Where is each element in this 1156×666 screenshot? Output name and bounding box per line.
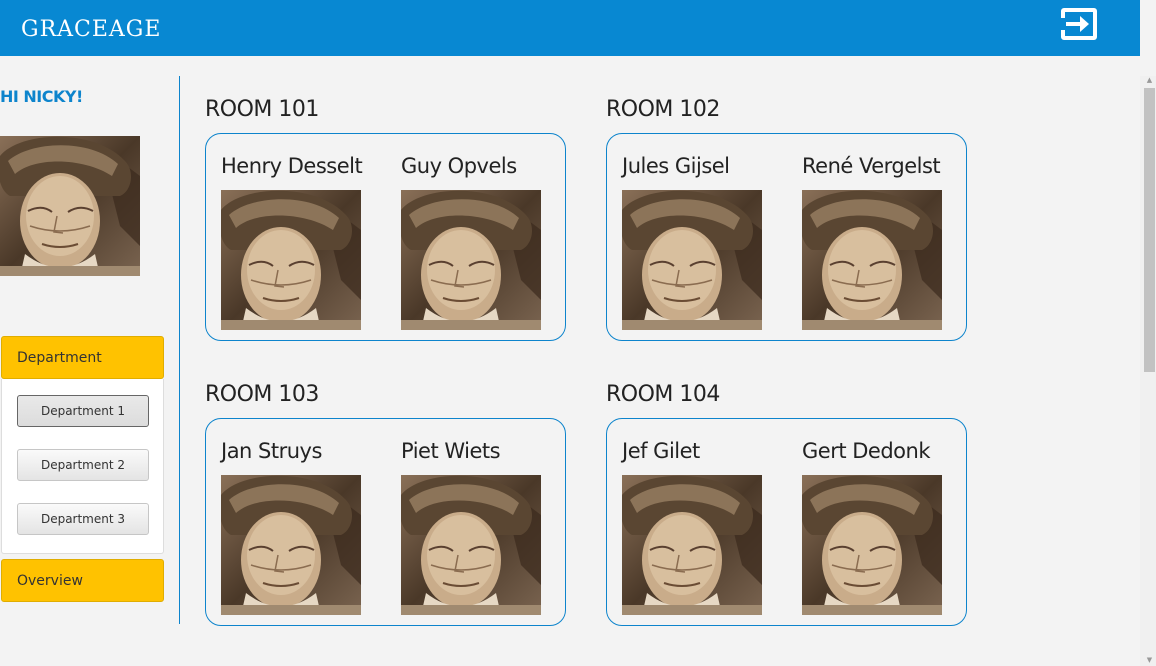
scroll-down-icon[interactable]: ▼ — [1144, 656, 1155, 666]
scroll-thumb[interactable] — [1144, 88, 1155, 372]
resident-name: René Vergelst — [802, 154, 941, 178]
resident-photo — [221, 475, 361, 615]
greeting-text: HI NICKY! — [0, 87, 83, 106]
scroll-up-icon[interactable]: ▲ — [1144, 76, 1155, 86]
resident-name: Henry Desselt — [221, 154, 363, 178]
room-card: Jan Struys Piet Wiets — [205, 418, 566, 626]
resident-name: Jules Gijsel — [622, 154, 730, 178]
resident-photo — [802, 475, 942, 615]
resident-photo — [221, 190, 361, 330]
resident-photo — [401, 190, 541, 330]
user-avatar — [0, 136, 140, 276]
room-card: Jules Gijsel René Vergelst — [606, 133, 967, 341]
room-card: Henry Desselt Guy Opvels — [205, 133, 566, 341]
department-list: Department 1 Department 2 Department 3 — [1, 379, 164, 554]
vertical-scrollbar[interactable]: ▲ ▼ — [1140, 76, 1156, 666]
department-panel-header[interactable]: Department — [1, 336, 164, 379]
resident-name: Piet Wiets — [401, 439, 501, 463]
top-bar: GRACEAGE — [0, 0, 1140, 56]
overview-panel-header[interactable]: Overview — [1, 559, 164, 602]
resident-photo — [622, 475, 762, 615]
department-2-button[interactable]: Department 2 — [17, 449, 149, 481]
room-title: ROOM 101 — [205, 97, 319, 122]
resident-photo — [622, 190, 762, 330]
room-title: ROOM 103 — [205, 382, 319, 407]
room-title: ROOM 104 — [606, 382, 720, 407]
department-3-button[interactable]: Department 3 — [17, 503, 149, 535]
room-title: ROOM 102 — [606, 97, 720, 122]
department-1-button[interactable]: Department 1 — [17, 395, 149, 427]
brand-logo: GRACEAGE — [21, 17, 162, 42]
overview-panel: Overview — [1, 559, 164, 602]
resident-name: Guy Opvels — [401, 154, 517, 178]
sidebar-divider — [179, 76, 180, 624]
resident-photo — [802, 190, 942, 330]
resident-name: Jef Gilet — [622, 439, 700, 463]
room-card: Jef Gilet Gert Dedonk — [606, 418, 967, 626]
resident-photo — [401, 475, 541, 615]
resident-name: Jan Struys — [221, 439, 322, 463]
logout-icon[interactable] — [1060, 6, 1099, 42]
department-panel: Department Department 1 Department 2 Dep… — [1, 336, 164, 554]
resident-name: Gert Dedonk — [802, 439, 930, 463]
